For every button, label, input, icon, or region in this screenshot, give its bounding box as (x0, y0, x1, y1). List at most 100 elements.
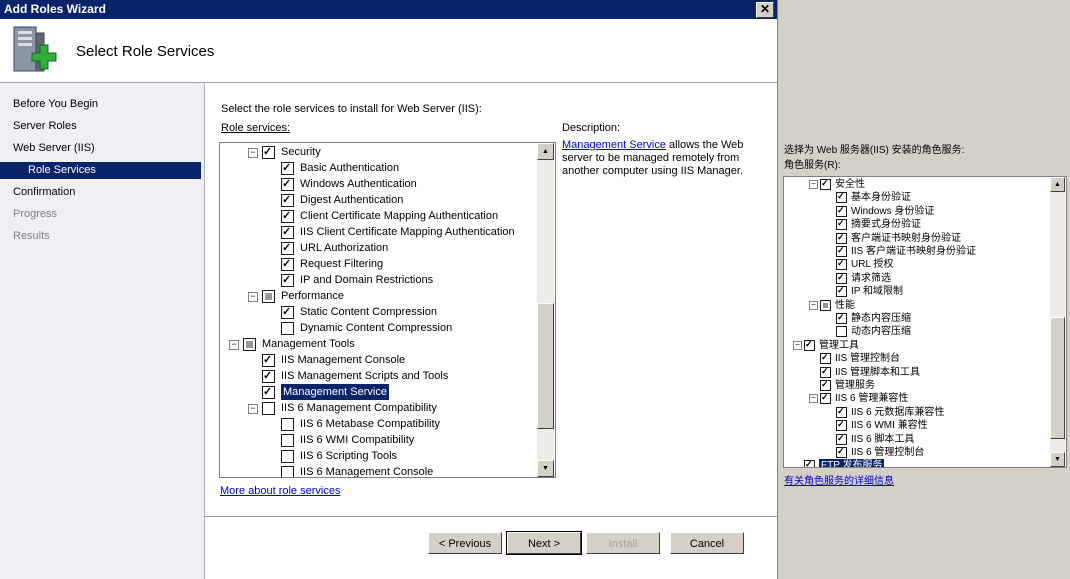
tree-checkbox[interactable] (281, 208, 294, 224)
tree-row[interactable]: Basic Authentication (220, 160, 536, 176)
tree-checkbox[interactable] (836, 204, 847, 217)
tree-checkbox[interactable] (820, 365, 831, 378)
tree-checkbox[interactable] (820, 299, 831, 311)
previous-button[interactable]: < Previous (428, 532, 502, 554)
tree-row[interactable]: Digest Authentication (220, 192, 536, 208)
tree-checkbox[interactable] (281, 272, 294, 288)
tree-checkbox[interactable] (836, 445, 847, 458)
tree-row[interactable]: Client Certificate Mapping Authenticatio… (220, 208, 536, 224)
tree-checkbox[interactable] (836, 418, 847, 432)
nav-item-web-server[interactable]: Web Server (IIS) (13, 142, 95, 154)
cn-more-link[interactable]: 有关角色服务的详细信息 (784, 472, 894, 487)
cn-role-services-tree[interactable]: − 安全性基本身份验证Windows 身份验证摘要式身份验证客户端证书映射身份验证… (783, 176, 1067, 468)
tree-checkbox[interactable] (836, 432, 847, 445)
tree-checkbox[interactable] (262, 402, 275, 415)
tree-row[interactable]: IIS 客户端证书映射身份验证 (784, 244, 1049, 258)
tree-row[interactable]: IP 和域限制 (784, 284, 1049, 298)
description-link[interactable]: Management Service (562, 139, 666, 151)
tree-checkbox[interactable] (836, 326, 847, 338)
tree-checkbox[interactable] (281, 466, 294, 477)
tree-checkbox[interactable] (836, 284, 847, 298)
tree-row[interactable]: − Security (220, 144, 536, 160)
tree-checkbox[interactable] (281, 176, 294, 192)
tree-row[interactable]: IIS Management Console (220, 352, 536, 368)
tree-checkbox[interactable] (836, 405, 847, 418)
tree-checkbox[interactable] (820, 391, 831, 405)
cancel-button[interactable]: Cancel (670, 532, 744, 554)
tree-checkbox[interactable] (836, 190, 847, 204)
nav-item-confirmation[interactable]: Confirmation (13, 186, 75, 198)
tree-checkbox[interactable] (281, 304, 294, 320)
tree-row[interactable]: Request Filtering (220, 256, 536, 272)
tree-row[interactable]: IP and Domain Restrictions (220, 272, 536, 288)
tree-row[interactable]: Windows 身份验证 (784, 204, 1049, 218)
tree-row[interactable]: − Management Tools (220, 336, 536, 352)
tree-checkbox[interactable] (281, 192, 294, 208)
scroll-down-button[interactable]: ▼ (537, 460, 554, 477)
tree-checkbox[interactable] (262, 384, 275, 400)
tree-row[interactable]: Management Service (220, 383, 536, 401)
collapse-toggle-icon[interactable]: − (229, 340, 239, 350)
cn-scroll-up-button[interactable]: ▲ (1050, 177, 1065, 192)
tree-row[interactable]: IIS 6 WMI 兼容性 (784, 418, 1049, 432)
tree-row[interactable]: − 性能 (784, 299, 1049, 312)
tree-checkbox[interactable] (262, 144, 275, 160)
tree-checkbox[interactable] (836, 217, 847, 231)
tree-row[interactable]: 摘要式身份验证 (784, 217, 1049, 231)
collapse-toggle-icon[interactable]: − (809, 394, 818, 404)
tree-checkbox[interactable] (836, 271, 847, 284)
collapse-toggle-icon[interactable]: − (809, 300, 818, 310)
tree-row[interactable]: IIS 6 元数据库兼容性 (784, 405, 1049, 419)
tree-row[interactable]: IIS 6 Metabase Compatibility (220, 416, 536, 432)
tree-checkbox[interactable] (281, 434, 294, 447)
nav-item-role-services[interactable]: Role Services (0, 162, 201, 179)
tree-checkbox[interactable] (262, 290, 275, 303)
tree-row[interactable]: Dynamic Content Compression (220, 320, 536, 336)
tree-row[interactable]: − IIS 6 Management Compatibility (220, 400, 536, 416)
tree-row[interactable]: − 安全性 (784, 177, 1049, 191)
role-services-tree[interactable]: − Security Basic Authentication Windows Aut… (219, 142, 556, 478)
tree-row[interactable]: IIS 6 WMI Compatibility (220, 432, 536, 448)
more-about-role-services-link[interactable]: More about role services (220, 485, 340, 497)
collapse-toggle-icon[interactable]: − (248, 148, 258, 158)
tree-row[interactable]: 管理服务 (784, 378, 1049, 392)
tree-row[interactable]: 动态内容压缩 (784, 325, 1049, 338)
tree-checkbox[interactable] (243, 338, 256, 351)
tree-row[interactable]: IIS 6 脚本工具 (784, 432, 1049, 446)
tree-row[interactable]: IIS 管理脚本和工具 (784, 365, 1049, 379)
tree-checkbox[interactable] (281, 240, 294, 256)
next-button[interactable]: Next > (506, 531, 582, 555)
tree-checkbox[interactable] (281, 450, 294, 463)
tree-row[interactable]: IIS 管理控制台 (784, 351, 1049, 365)
tree-checkbox[interactable] (262, 368, 275, 384)
tree-row[interactable]: 请求筛选 (784, 271, 1049, 285)
tree-row[interactable]: URL Authorization (220, 240, 536, 256)
tree-checkbox[interactable] (281, 322, 294, 335)
tree-checkbox[interactable] (836, 231, 847, 244)
nav-item-server-roles[interactable]: Server Roles (13, 120, 77, 132)
tree-checkbox[interactable] (820, 177, 831, 190)
tree-checkbox[interactable] (281, 418, 294, 431)
tree-checkbox[interactable] (820, 351, 831, 365)
tree-row[interactable]: 静态内容压缩 (784, 311, 1049, 325)
tree-row[interactable]: IIS 6 管理控制台 (784, 445, 1049, 459)
tree-checkbox[interactable] (820, 378, 831, 391)
collapse-toggle-icon[interactable]: − (809, 180, 818, 189)
cn-scroll-thumb[interactable] (1050, 317, 1065, 439)
tree-scrollbar[interactable]: ▲ ▼ (537, 143, 554, 477)
tree-checkbox[interactable] (804, 458, 815, 467)
scroll-thumb[interactable] (537, 303, 554, 429)
tree-row[interactable]: − IIS 6 管理兼容性 (784, 391, 1049, 405)
tree-row[interactable]: IIS 6 Scripting Tools (220, 448, 536, 464)
tree-checkbox[interactable] (281, 160, 294, 176)
tree-row[interactable]: − 管理工具 (784, 338, 1049, 352)
close-button[interactable]: ✕ (756, 2, 774, 18)
tree-row[interactable]: Static Content Compression (220, 304, 536, 320)
tree-row[interactable]: 基本身份验证 (784, 190, 1049, 204)
tree-row[interactable]: Windows Authentication (220, 176, 536, 192)
tree-checkbox[interactable] (804, 338, 815, 351)
tree-row[interactable]: 客户端证书映射身份验证 (784, 231, 1049, 245)
tree-checkbox[interactable] (262, 352, 275, 368)
tree-row[interactable]: FTP 发布服务 (784, 458, 1049, 467)
tree-row[interactable]: IIS Management Scripts and Tools (220, 368, 536, 384)
